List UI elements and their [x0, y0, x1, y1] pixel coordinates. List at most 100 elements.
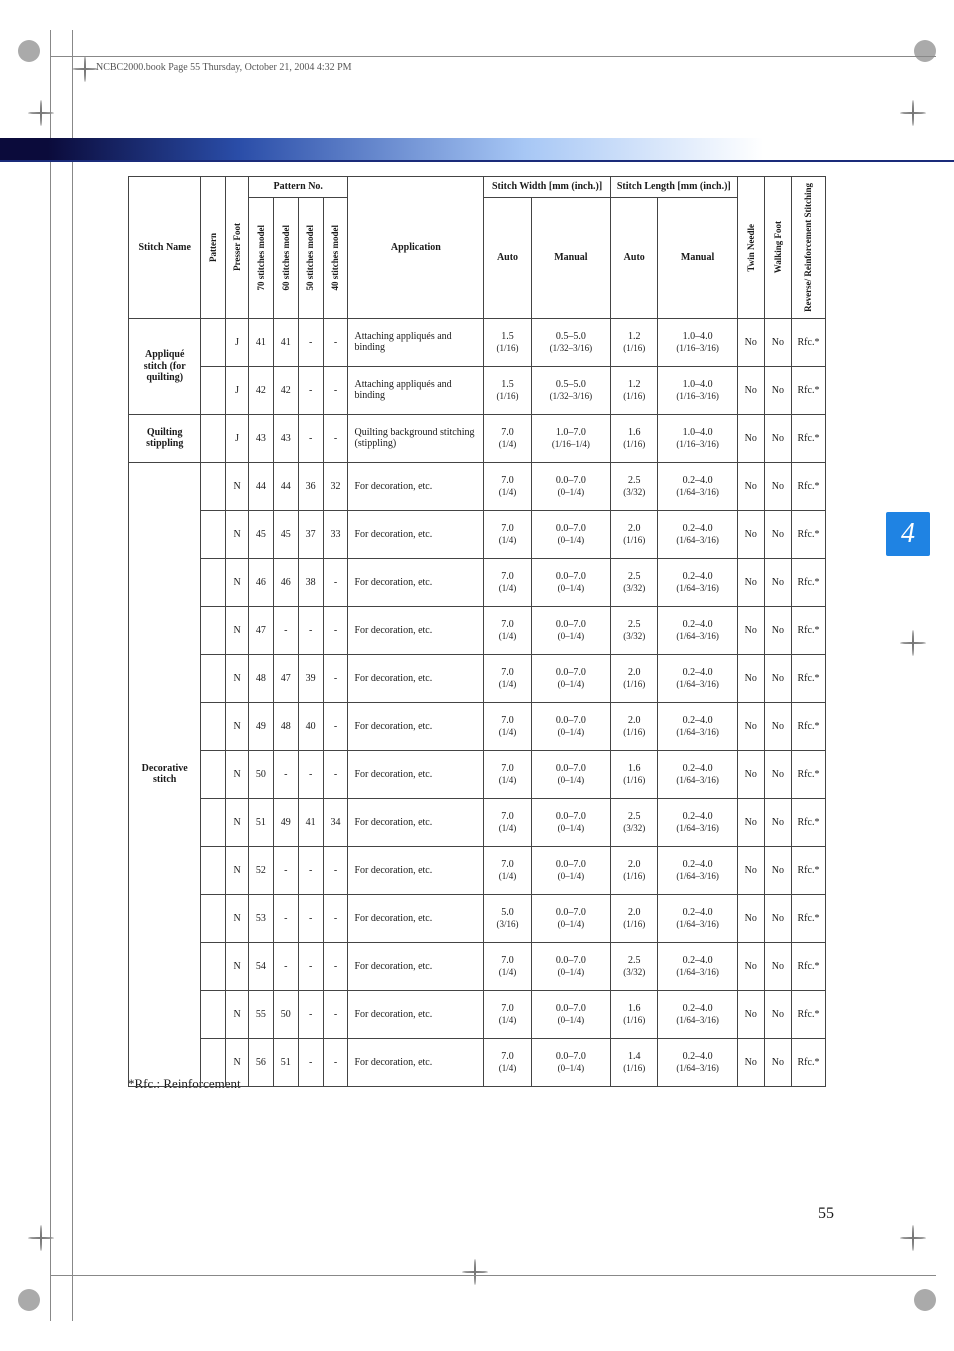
cell: 48	[248, 654, 273, 702]
table-row: N484739-For decoration, etc.7.0(1/4)0.0–…	[129, 654, 826, 702]
cell: 1.4(1/16)	[610, 1038, 658, 1086]
th-sw-manual: Manual	[531, 197, 610, 318]
cell: -	[273, 894, 298, 942]
cell: N	[226, 894, 249, 942]
cell: N	[226, 558, 249, 606]
cell: No	[737, 366, 764, 414]
cell: 0.0–7.0(0–1/4)	[531, 654, 610, 702]
application-cell: For decoration, etc.	[348, 702, 484, 750]
th-sl-auto: Auto	[610, 197, 658, 318]
crop-mark-icon	[462, 1259, 488, 1285]
cell: N	[226, 942, 249, 990]
cell: 0.2–4.0(1/64–3/16)	[658, 894, 737, 942]
stitch-pattern-icon	[201, 366, 226, 414]
th-stitch-name: Stitch Name	[129, 177, 201, 319]
trim-line	[50, 1275, 936, 1276]
cell: 1.0–4.0(1/16–3/16)	[658, 318, 737, 366]
cell: -	[298, 1038, 323, 1086]
cell: 7.0(1/4)	[484, 942, 532, 990]
stitch-name-cell: Quilting stippling	[129, 414, 201, 462]
cell: 2.0(1/16)	[610, 510, 658, 558]
cell: -	[273, 846, 298, 894]
cell: 7.0(1/4)	[484, 654, 532, 702]
doc-header: NCBC2000.book Page 55 Thursday, October …	[96, 62, 352, 73]
cell: 7.0(1/4)	[484, 1038, 532, 1086]
cell: No	[737, 798, 764, 846]
th-walking: Walking Foot	[764, 177, 791, 319]
cell: Rfc.*	[791, 846, 825, 894]
table-row: N52---For decoration, etc.7.0(1/4)0.0–7.…	[129, 846, 826, 894]
cell: 7.0(1/4)	[484, 558, 532, 606]
cell: 7.0(1/4)	[484, 510, 532, 558]
application-cell: For decoration, etc.	[348, 942, 484, 990]
cell: 0.0–7.0(0–1/4)	[531, 750, 610, 798]
cell: 53	[248, 894, 273, 942]
cell: 0.0–7.0(0–1/4)	[531, 894, 610, 942]
stitch-pattern-icon	[201, 414, 226, 462]
stitch-name-cell: Appliqué stitch (for quilting)	[129, 318, 201, 414]
cell: 33	[323, 510, 348, 558]
cell: -	[298, 990, 323, 1038]
stitch-name-cell: Decorative stitch	[129, 462, 201, 1086]
cell: 0.2–4.0(1/64–3/16)	[658, 462, 737, 510]
cell: 0.5–5.0(1/32–3/16)	[531, 366, 610, 414]
cell: 0.2–4.0(1/64–3/16)	[658, 990, 737, 1038]
cell: 51	[248, 798, 273, 846]
table-row: N494840-For decoration, etc.7.0(1/4)0.0–…	[129, 702, 826, 750]
application-cell: For decoration, etc.	[348, 750, 484, 798]
stitch-pattern-icon	[201, 798, 226, 846]
cell: 43	[273, 414, 298, 462]
cell: Rfc.*	[791, 414, 825, 462]
cell: 45	[273, 510, 298, 558]
cell: 48	[273, 702, 298, 750]
cell: 1.0–7.0(1/16–1/4)	[531, 414, 610, 462]
cell: -	[323, 366, 348, 414]
cell: No	[737, 606, 764, 654]
cell: 2.0(1/16)	[610, 894, 658, 942]
cell: 2.5(3/32)	[610, 942, 658, 990]
cell: 0.5–5.0(1/32–3/16)	[531, 318, 610, 366]
cell: 0.0–7.0(0–1/4)	[531, 606, 610, 654]
table-row: N47---For decoration, etc.7.0(1/4)0.0–7.…	[129, 606, 826, 654]
th-presser: Presser Foot	[226, 177, 249, 319]
application-cell: For decoration, etc.	[348, 510, 484, 558]
stitch-pattern-icon	[201, 606, 226, 654]
cell: 0.2–4.0(1/64–3/16)	[658, 606, 737, 654]
cell: -	[298, 894, 323, 942]
cell: No	[737, 702, 764, 750]
cell: N	[226, 462, 249, 510]
cell: Rfc.*	[791, 654, 825, 702]
table-row: N50---For decoration, etc.7.0(1/4)0.0–7.…	[129, 750, 826, 798]
cell: J	[226, 366, 249, 414]
cell: Rfc.*	[791, 942, 825, 990]
cell: N	[226, 990, 249, 1038]
print-mark-icon	[914, 40, 936, 62]
cell: Rfc.*	[791, 750, 825, 798]
cell: No	[764, 1038, 791, 1086]
cell: 41	[248, 318, 273, 366]
cell: 5.0(3/16)	[484, 894, 532, 942]
th-stitch-length: Stitch Length [mm (inch.)]	[610, 177, 737, 198]
cell: No	[737, 750, 764, 798]
cell: 55	[248, 990, 273, 1038]
page: { "meta":{ "headerline":"NCBC2000.book P…	[0, 0, 954, 1351]
cell: -	[273, 942, 298, 990]
cell: No	[737, 894, 764, 942]
cell: Rfc.*	[791, 702, 825, 750]
cell: No	[737, 414, 764, 462]
crop-mark-icon	[72, 56, 98, 82]
cell: -	[323, 606, 348, 654]
cell: -	[298, 366, 323, 414]
cell: 2.5(3/32)	[610, 606, 658, 654]
cell: No	[764, 558, 791, 606]
cell: 7.0(1/4)	[484, 750, 532, 798]
cell: 54	[248, 942, 273, 990]
cell: 47	[248, 606, 273, 654]
cell: -	[323, 654, 348, 702]
cell: 0.2–4.0(1/64–3/16)	[658, 942, 737, 990]
stitch-pattern-icon	[201, 654, 226, 702]
th-40: 40 stitches model	[323, 197, 348, 318]
stitch-pattern-icon	[201, 942, 226, 990]
application-cell: For decoration, etc.	[348, 606, 484, 654]
stitch-pattern-icon	[201, 1038, 226, 1086]
